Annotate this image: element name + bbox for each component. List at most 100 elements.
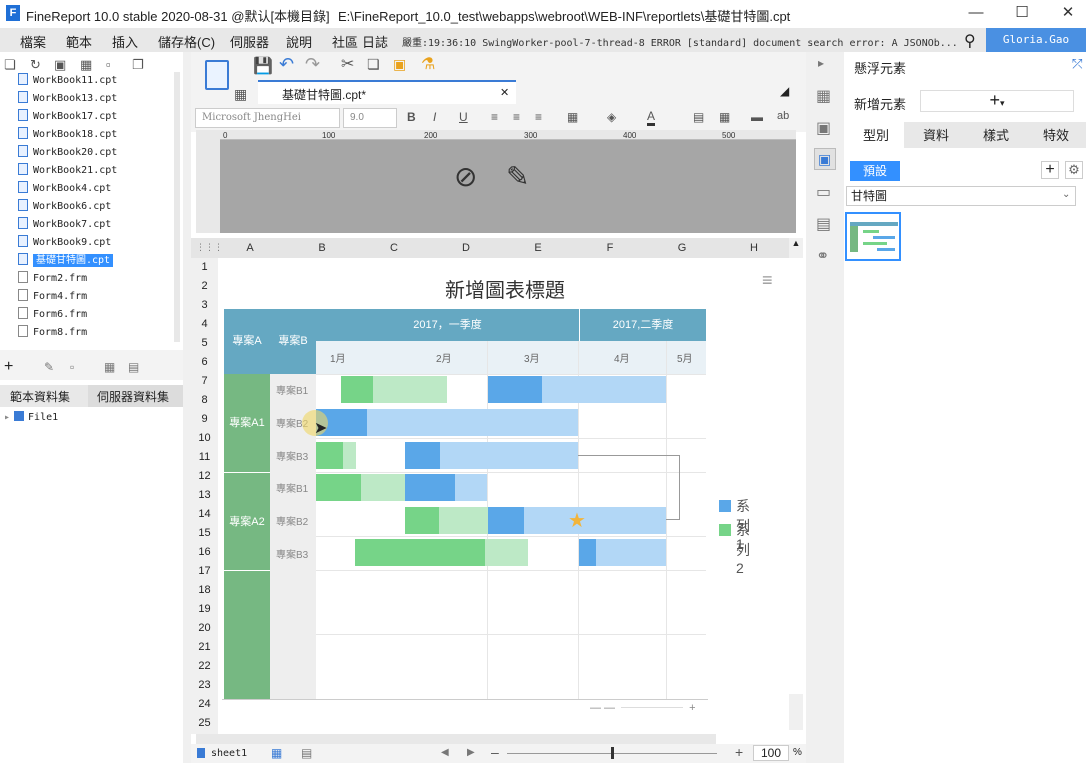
scroll-up-icon[interactable]: ▲ — [789, 238, 803, 250]
file-item[interactable]: WorkBook7.cpt — [18, 216, 111, 234]
file-item[interactable]: WorkBook13.cpt — [18, 90, 117, 108]
widget-icon[interactable]: ▭ — [816, 182, 831, 202]
template-icon[interactable] — [205, 60, 229, 90]
row-number[interactable]: 12 — [191, 470, 218, 482]
file-item[interactable]: Form2.frm — [18, 270, 87, 288]
row-number[interactable]: 7 — [191, 375, 218, 387]
refresh-icon[interactable]: ↻ — [30, 57, 41, 73]
row-number[interactable]: 20 — [191, 622, 218, 634]
add-form-icon[interactable]: ▤ — [301, 746, 312, 760]
row-number[interactable]: 21 — [191, 641, 218, 653]
scroll-thumb[interactable] — [789, 258, 803, 694]
row-number[interactable]: 10 — [191, 432, 218, 444]
link-icon[interactable]: ⚭ — [816, 246, 829, 266]
pin-icon[interactable]: ⤱ — [1072, 56, 1082, 72]
bar-segment[interactable] — [341, 376, 373, 403]
col-header-a[interactable]: A — [220, 242, 280, 254]
zoom-in-icon[interactable]: + — [735, 744, 743, 760]
row-number[interactable]: 13 — [191, 489, 218, 501]
col-header-e[interactable]: E — [508, 242, 568, 254]
row-number[interactable]: 24 — [191, 698, 218, 710]
grid-icon[interactable]: ▦ — [234, 86, 247, 103]
tab-effect[interactable]: 特效 — [1026, 124, 1086, 148]
tab-data[interactable]: 資料 — [906, 124, 966, 148]
fill-color-icon[interactable]: ◈ — [607, 110, 616, 124]
align-right-icon[interactable]: ≡ — [535, 110, 542, 124]
row-number[interactable]: 1 — [191, 261, 218, 273]
row-number[interactable]: 17 — [191, 565, 218, 577]
menu-help[interactable]: 說明 — [286, 32, 312, 51]
align-left-icon[interactable]: ≡ — [491, 110, 498, 124]
tab-server-dataset[interactable]: 伺服器資料集 — [97, 388, 169, 405]
file-item[interactable]: WorkBook17.cpt — [18, 108, 117, 126]
font-color-icon[interactable]: A — [647, 109, 656, 126]
file-item[interactable]: Form6.frm — [18, 306, 87, 324]
split-icon[interactable]: ▦ — [719, 110, 730, 124]
zoom-input[interactable]: 100 — [753, 745, 789, 761]
file-scrollbar[interactable] — [174, 72, 180, 342]
row-number[interactable]: 9 — [191, 413, 218, 425]
menu-cell[interactable]: 儲存格(C) — [158, 32, 215, 51]
bar-segment[interactable] — [316, 442, 343, 469]
redo-icon[interactable]: ↷ — [305, 54, 320, 75]
file-item[interactable]: 基礎甘特圖.cpt — [18, 252, 114, 270]
row-number[interactable]: 3 — [191, 299, 218, 311]
pencil-icon[interactable]: ✎ — [506, 160, 529, 193]
file-item[interactable]: WorkBook4.cpt — [18, 180, 111, 198]
vertical-scrollbar[interactable]: ▲ — [789, 238, 803, 730]
expand-icon[interactable]: ▸ — [4, 412, 10, 423]
cell-attr-icon[interactable]: ▦ — [816, 86, 831, 106]
wrap-icon[interactable]: ▬ — [751, 110, 763, 124]
scroll-right-icon[interactable]: ▶ — [467, 747, 475, 758]
tab-type[interactable]: 型別 — [846, 124, 906, 148]
bar-segment[interactable] — [579, 539, 596, 566]
locate-icon[interactable]: ▣ — [54, 57, 66, 73]
connect-icon[interactable]: ▤ — [128, 360, 139, 374]
format-painter-icon[interactable]: ⚗ — [421, 54, 435, 74]
row-number[interactable]: 23 — [191, 679, 218, 691]
zoom-out-icon[interactable]: – — [491, 744, 499, 760]
sheet-tab[interactable]: sheet1 — [211, 748, 247, 759]
menu-template[interactable]: 範本 — [66, 32, 92, 51]
align-center-icon[interactable]: ≡ — [513, 110, 520, 124]
maximize-button[interactable]: ☐ — [1012, 4, 1032, 22]
lock-icon[interactable]: ▦ — [80, 57, 92, 73]
col-header-f[interactable]: F — [580, 242, 640, 254]
file-item[interactable]: WorkBook11.cpt — [18, 72, 117, 90]
row-number[interactable]: 6 — [191, 356, 218, 368]
file-item[interactable]: WorkBook20.cpt — [18, 144, 117, 162]
tab-menu-icon[interactable]: ◢ — [780, 84, 789, 98]
add-preset-icon[interactable]: + — [1041, 161, 1059, 179]
menu-server[interactable]: 伺服器 — [230, 32, 269, 51]
row-number[interactable]: 4 — [191, 318, 218, 330]
select-all-icon[interactable]: ⋮⋮⋮ — [196, 242, 223, 253]
tab-template-dataset[interactable]: 範本資料集 — [10, 388, 70, 405]
file-item[interactable]: WorkBook21.cpt — [18, 162, 117, 180]
paste-icon[interactable]: ▣ — [393, 56, 406, 73]
row-number[interactable]: 22 — [191, 660, 218, 672]
panel-splitter[interactable] — [183, 52, 191, 763]
font-size-select[interactable]: 9.0 — [343, 108, 397, 128]
file-item[interactable]: WorkBook18.cpt — [18, 126, 117, 144]
menu-community[interactable]: 社區 — [332, 32, 358, 51]
row-number[interactable]: 2 — [191, 280, 218, 292]
row-number[interactable]: 15 — [191, 527, 218, 539]
delete-icon[interactable]: ▫ — [106, 57, 111, 72]
condition-icon[interactable]: ▣ — [816, 118, 831, 138]
bold-icon[interactable]: B — [407, 110, 416, 124]
cut-icon[interactable]: ✂ — [341, 54, 354, 74]
horizontal-scrollbar[interactable] — [196, 734, 716, 744]
col-header-b[interactable]: B — [292, 242, 352, 254]
file-tab[interactable]: ▦ 基礎甘特圖.cpt* ✕ — [234, 80, 516, 104]
col-header-h[interactable]: H — [724, 242, 784, 254]
scroll-left-icon[interactable]: ◀ — [441, 747, 449, 758]
row-number[interactable]: 19 — [191, 603, 218, 615]
chart-type-select[interactable]: 甘特圖 — [846, 186, 1076, 206]
chevron-down-icon[interactable]: ⌄ — [1062, 189, 1070, 200]
bar-segment[interactable] — [355, 539, 485, 566]
preset-button[interactable]: 預設 — [850, 161, 900, 181]
copy-icon[interactable]: ❏ — [367, 56, 380, 73]
preview-icon[interactable]: ▦ — [104, 360, 115, 374]
bar-segment[interactable] — [405, 507, 439, 534]
row-number[interactable]: 14 — [191, 508, 218, 520]
